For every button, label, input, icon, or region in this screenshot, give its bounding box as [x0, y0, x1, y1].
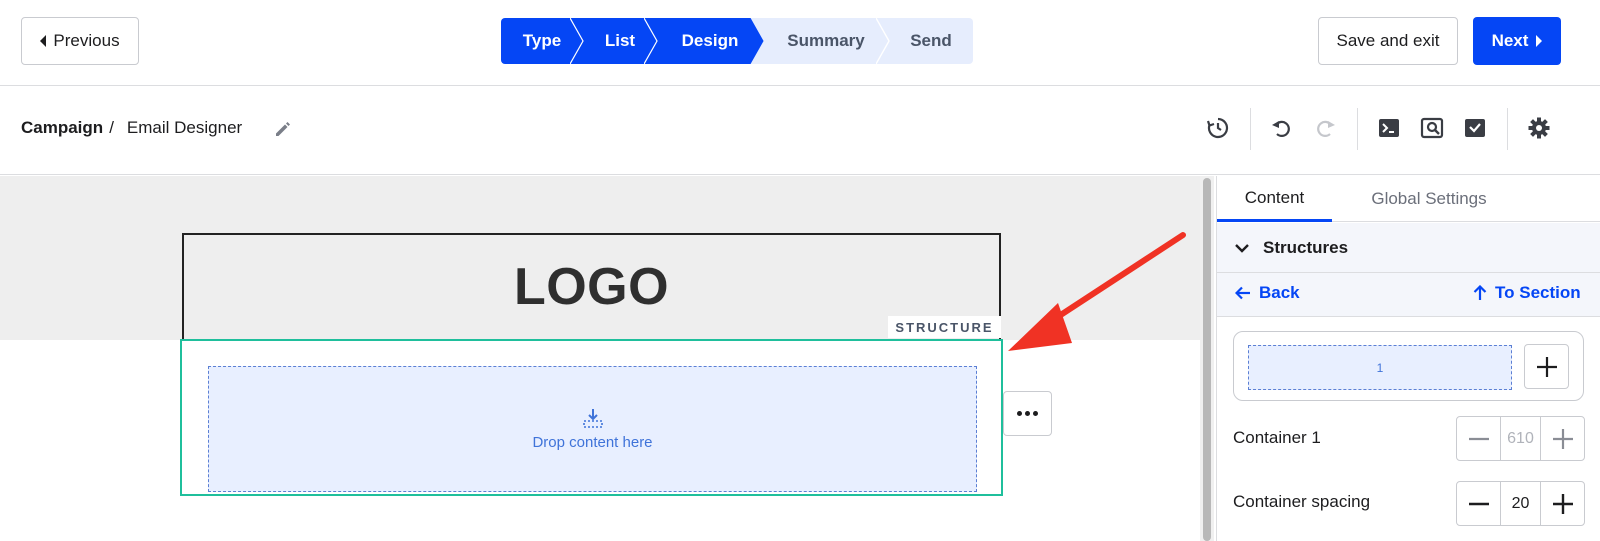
next-label: Next [1491, 31, 1529, 50]
more-options-button[interactable] [1003, 391, 1052, 436]
caret-left-icon [40, 35, 47, 47]
breadcrumb: Campaign / Email Designer [21, 118, 242, 138]
container-1-stepper: 610 [1456, 416, 1585, 461]
preview-icon[interactable] [1418, 114, 1446, 142]
column-1[interactable]: 1 [1248, 345, 1512, 390]
panel-nav-row: Back To Section [1217, 273, 1600, 317]
logo-block[interactable]: LOGO [182, 233, 1001, 343]
caret-right-icon [1536, 35, 1543, 47]
minus-icon [1468, 502, 1489, 505]
increase-button[interactable] [1541, 417, 1584, 460]
container-1-value[interactable]: 610 [1500, 417, 1541, 460]
chevron-down-icon [1235, 243, 1249, 253]
drop-content-label: Drop content here [532, 433, 653, 451]
next-button[interactable]: Next [1473, 17, 1561, 65]
code-icon[interactable] [1375, 114, 1403, 142]
step-label: List [604, 31, 636, 50]
structure-columns-card: 1 [1233, 331, 1584, 401]
step-type[interactable]: Type [501, 18, 584, 64]
previous-label: Previous [53, 31, 120, 50]
back-link[interactable]: Back [1235, 283, 1300, 303]
scrollbar-thumb[interactable] [1203, 178, 1211, 541]
annotation-arrow-icon [1008, 232, 1186, 351]
breadcrumb-current: Email Designer [126, 118, 243, 137]
step-divider-icon [570, 18, 584, 64]
plus-icon [1552, 493, 1573, 514]
toolbar-divider [1507, 108, 1508, 150]
editor-toolbar: Campaign / Email Designer [0, 86, 1600, 175]
step-label: Summary [787, 31, 865, 50]
step-divider-icon [644, 18, 658, 64]
step-design[interactable]: Design [657, 18, 764, 64]
back-label: Back [1259, 283, 1300, 302]
settings-icon[interactable] [1525, 114, 1553, 142]
decrease-button[interactable] [1457, 482, 1500, 525]
step-summary[interactable]: Summary [763, 18, 890, 64]
save-and-exit-label: Save and exit [1336, 31, 1440, 50]
toolbar-divider [1250, 108, 1251, 150]
tab-content[interactable]: Content [1217, 176, 1332, 222]
step-send[interactable]: Send [889, 18, 973, 64]
container-spacing-stepper: 20 [1456, 481, 1585, 526]
dot [1033, 411, 1038, 416]
plus-icon [1552, 428, 1573, 449]
dot [1025, 411, 1030, 416]
test-check-icon[interactable] [1461, 114, 1489, 142]
to-section-label: To Section [1495, 283, 1581, 302]
properties-panel: Content Global Settings Structures Back … [1216, 176, 1600, 541]
canvas-scrollbar[interactable] [1200, 176, 1214, 541]
container-spacing-label: Container spacing [1233, 492, 1371, 511]
step-label: Send [910, 31, 952, 50]
email-canvas: LOGO Drop content here STRUCTURE [0, 176, 1200, 541]
drop-content-zone[interactable]: Drop content here [208, 366, 977, 492]
add-column-button[interactable] [1524, 344, 1569, 389]
to-section-link[interactable]: To Section [1473, 283, 1581, 303]
progress-stepper: Type List Design Summary Send [501, 18, 973, 64]
logo-text: LOGO [513, 258, 670, 316]
toolbar-divider [1357, 108, 1358, 150]
step-label: Type [522, 31, 562, 50]
step-label: Design [681, 31, 739, 50]
previous-button[interactable]: Previous [21, 17, 139, 65]
plus-icon [1536, 356, 1557, 377]
dot [1017, 411, 1022, 416]
step-divider-icon [876, 18, 890, 64]
structure-block[interactable]: Drop content here [180, 339, 1003, 496]
breadcrumb-separator: / [109, 118, 114, 137]
step-divider-icon [750, 18, 764, 64]
structure-tag: STRUCTURE [888, 316, 1001, 338]
minus-icon [1468, 437, 1489, 440]
increase-button[interactable] [1541, 482, 1584, 525]
step-list[interactable]: List [583, 18, 658, 64]
edit-pencil-icon[interactable] [273, 119, 293, 139]
tab-global-settings[interactable]: Global Settings [1344, 176, 1514, 222]
structures-section-header[interactable]: Structures [1217, 223, 1600, 273]
decrease-button[interactable] [1457, 417, 1500, 460]
redo-icon[interactable] [1311, 114, 1339, 142]
arrow-up-icon [1473, 285, 1487, 300]
panel-tabs: Content Global Settings [1217, 176, 1600, 222]
arrow-left-icon [1235, 286, 1250, 300]
undo-icon[interactable] [1268, 114, 1296, 142]
top-navigation-bar: Previous Type List Design Summary Send S… [0, 0, 1600, 86]
history-icon[interactable] [1204, 114, 1232, 142]
container-1-label: Container 1 [1233, 428, 1321, 447]
download-tray-icon [582, 408, 603, 428]
container-spacing-value[interactable]: 20 [1500, 482, 1541, 525]
save-and-exit-button[interactable]: Save and exit [1318, 17, 1458, 65]
section-title: Structures [1263, 237, 1349, 257]
breadcrumb-parent[interactable]: Campaign [21, 118, 103, 138]
